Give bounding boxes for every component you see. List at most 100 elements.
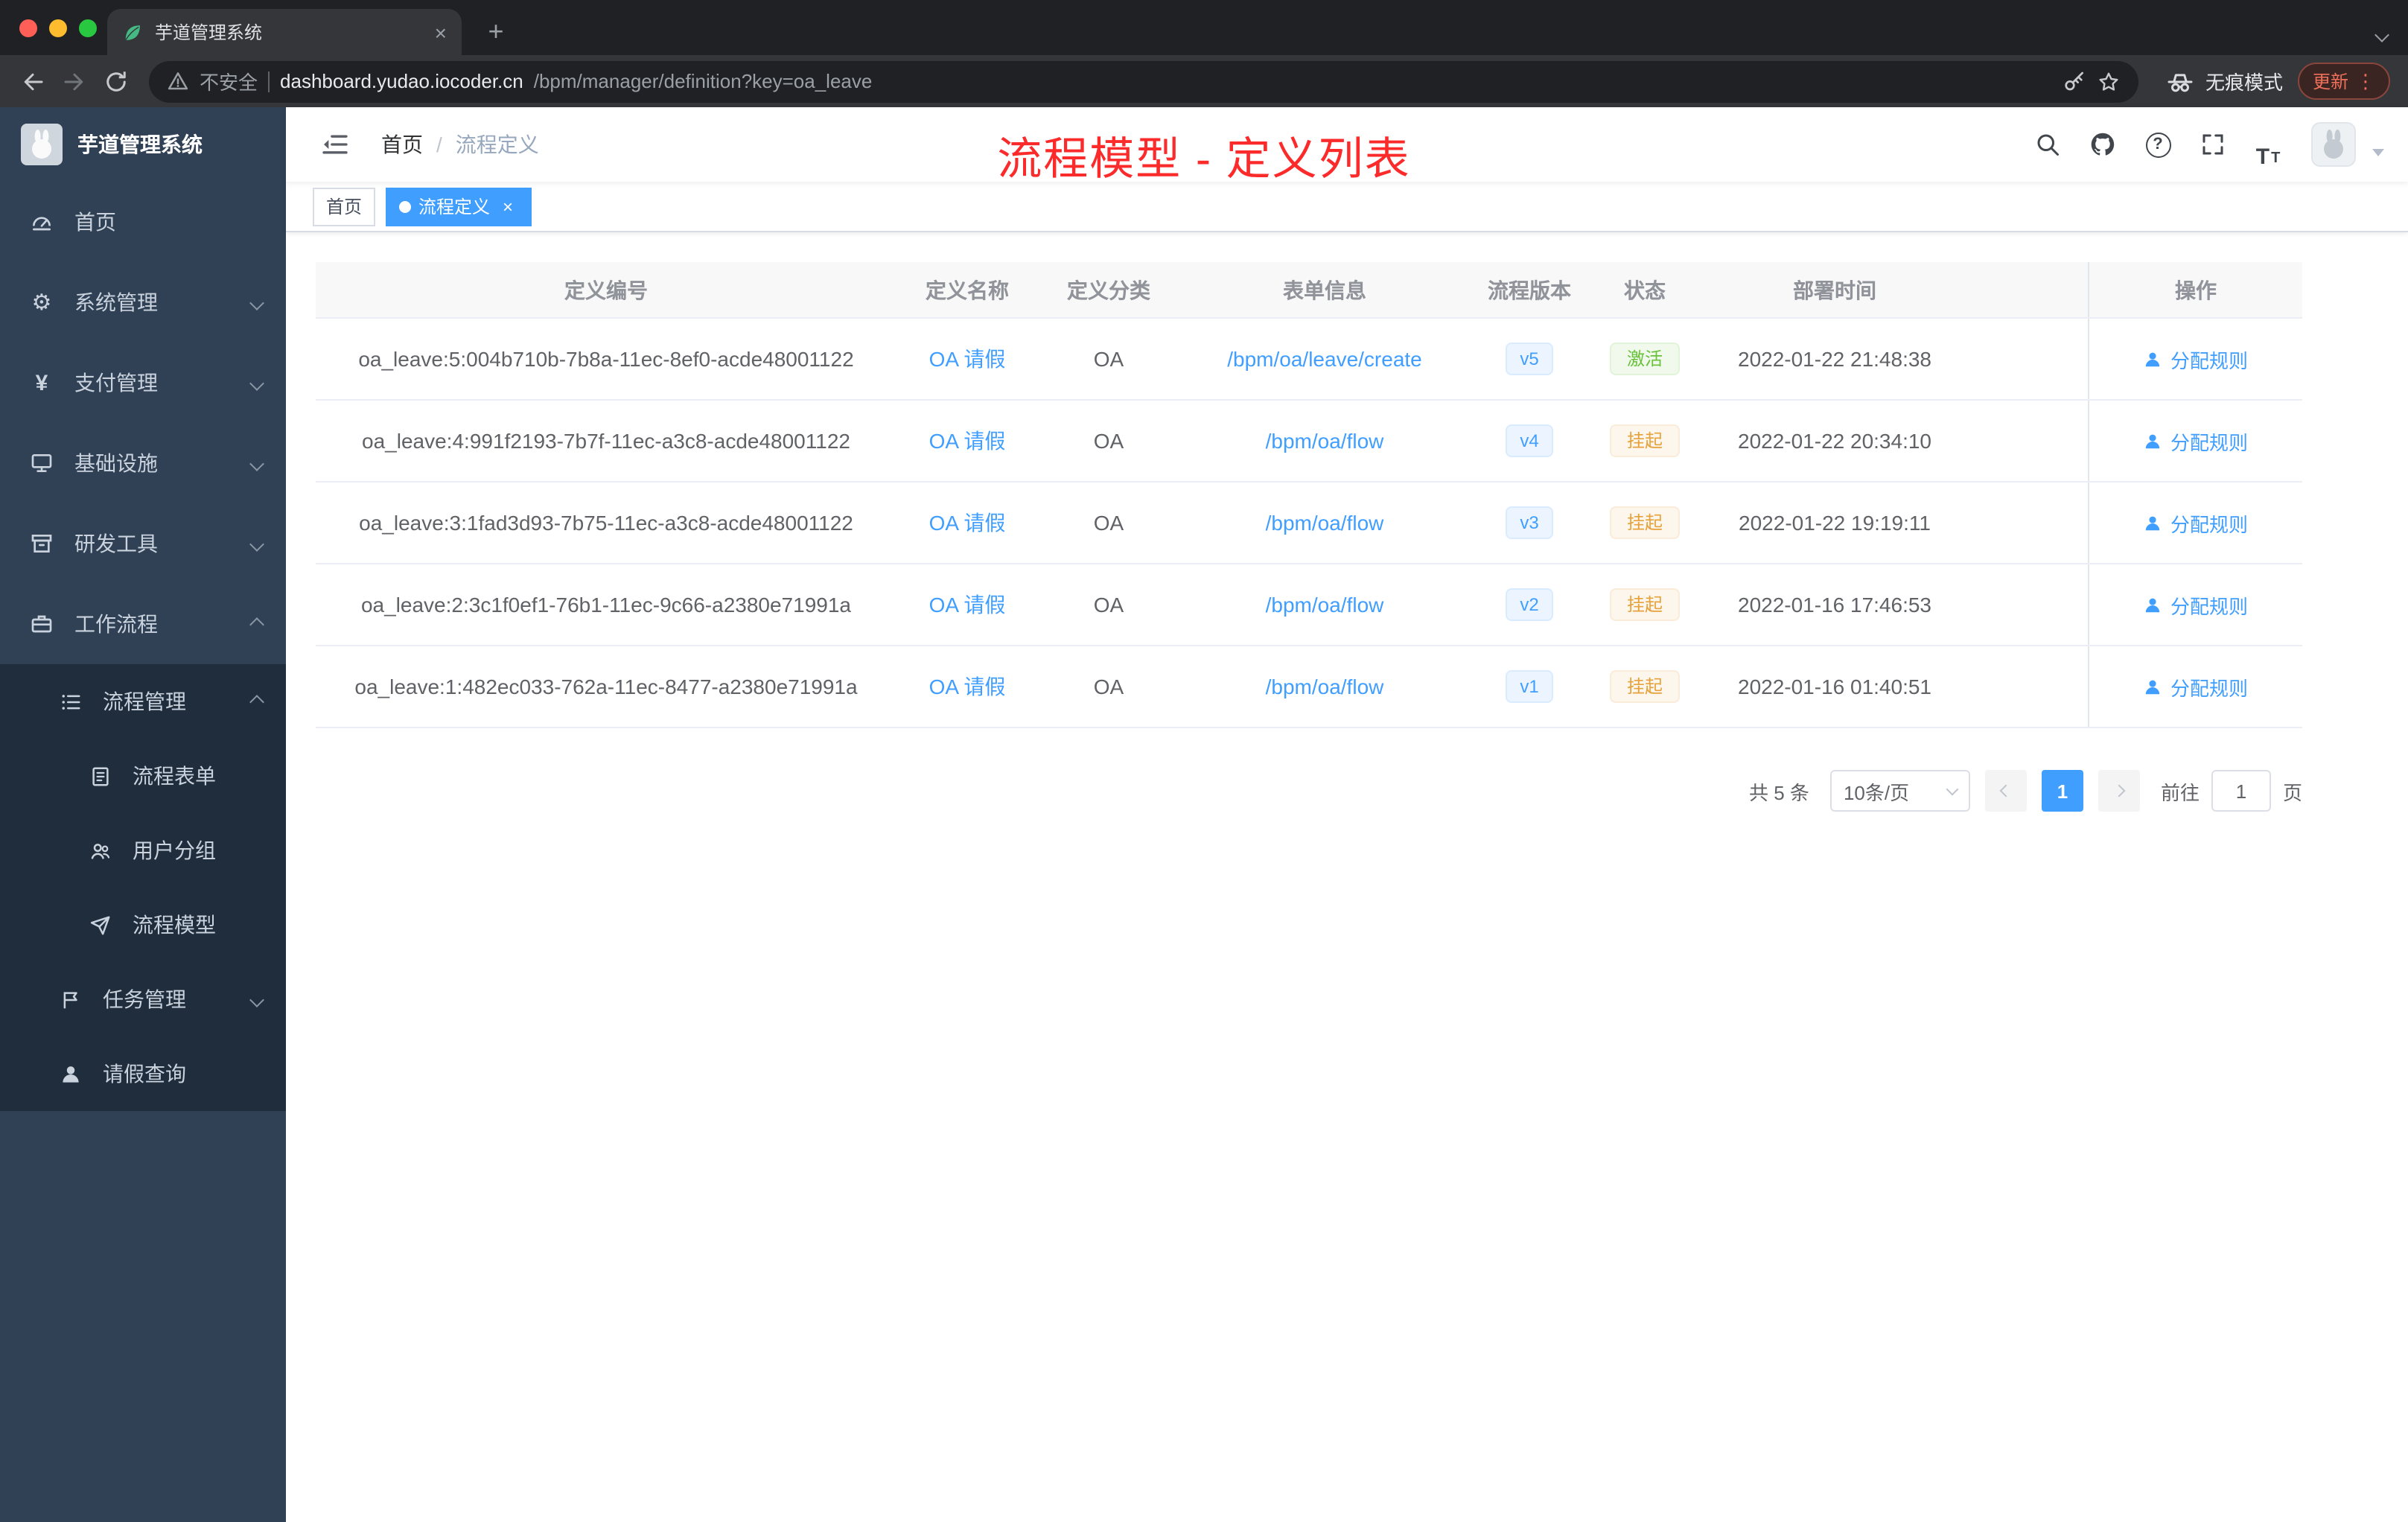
definition-name-link[interactable]: OA 请假 [929,590,1006,620]
sidebar-item-workflow[interactable]: 工作流程 [0,584,286,664]
definition-name-link[interactable]: OA 请假 [929,672,1006,701]
assign-rule-link[interactable]: 分配规则 [2144,345,2248,373]
favicon-leaf-icon [122,22,143,42]
pagination: 共 5 条 10条/页 1 前往 页 [316,770,2302,812]
chevron-down-icon [249,375,264,390]
definition-category: OA [1093,675,1124,698]
sidebar-item-infrastructure[interactable]: 基础设施 [0,423,286,503]
tab-search-chevron-icon[interactable] [2374,21,2389,48]
search-button[interactable] [2024,121,2071,168]
definition-category: OA [1093,347,1124,371]
sidebar-item-label: 请假查询 [103,1062,186,1086]
github-button[interactable] [2079,121,2127,168]
help-button[interactable]: ? [2134,121,2182,168]
col-header-status: 状态 [1624,278,1666,302]
sidebar-item-label: 流程管理 [103,690,186,713]
col-header-category: 定义分类 [1067,278,1150,302]
definition-id: oa_leave:2:3c1f0ef1-76b1-11ec-9c66-a2380… [360,593,851,617]
col-header-form: 表单信息 [1283,278,1366,302]
bookmark-star-icon[interactable] [2097,69,2121,93]
sidebar-item-home[interactable]: 首页 [0,182,286,262]
workflow-submenu: 流程管理 流程表单 用户分组 流程模型 任务管理 请假查询 [0,664,286,1111]
table-row: oa_leave:1:482ec033-762a-11ec-8477-a2380… [316,646,2302,728]
prev-page-button[interactable] [1984,770,2027,812]
breadcrumb-home[interactable]: 首页 [381,130,423,159]
page-size-select[interactable]: 10条/页 [1829,770,1970,812]
sidebar-toggle-button[interactable] [310,119,360,170]
actions-cell: 分配规则 [2088,646,2302,727]
tag-home[interactable]: 首页 [313,187,376,226]
sidebar-item-process-mgmt[interactable]: 流程管理 [0,664,286,739]
avatar[interactable] [2311,122,2356,167]
form-link[interactable]: /bpm/oa/flow [1266,675,1384,698]
sidebar-item-leave-query[interactable]: 请假查询 [0,1037,286,1111]
tag-process-definition[interactable]: 流程定义 × [386,187,532,226]
chevron-down-icon [249,536,264,551]
sidebar-item-label: 首页 [74,210,116,234]
incognito-label: 无痕模式 [2205,71,2283,94]
page-number-button[interactable]: 1 [2041,770,2083,812]
tab-close-icon[interactable]: × [435,22,447,42]
form-link[interactable]: /bpm/oa/flow [1266,511,1384,535]
close-window-button[interactable] [19,19,37,37]
definition-name-link[interactable]: OA 请假 [929,508,1006,538]
sidebar-item-user-group[interactable]: 用户分组 [0,813,286,888]
list-icon [60,690,82,713]
table-row: oa_leave:4:991f2193-7b7f-11ec-a3c8-acde4… [316,401,2302,483]
goto-unit: 页 [2282,781,2302,803]
definition-name-link[interactable]: OA 请假 [929,344,1006,374]
gear-icon: ⚙ [31,290,52,315]
tag-label: 流程定义 [418,197,491,217]
deploy-time: 2022-01-22 20:34:10 [1738,429,1931,453]
form-link[interactable]: /bpm/oa/flow [1266,593,1384,617]
reload-button[interactable] [95,60,137,102]
sidebar-item-payment[interactable]: ¥ 支付管理 [0,343,286,423]
assign-rule-link[interactable]: 分配规则 [2144,427,2248,455]
definition-id: oa_leave:3:1fad3d93-7b75-11ec-a3c8-acde4… [359,511,853,535]
breadcrumb-separator: / [436,133,442,156]
password-key-icon[interactable] [2063,69,2086,93]
goto-page-input[interactable] [2211,770,2271,812]
zoom-window-button[interactable] [79,19,97,37]
browser-tab-strip: 芋道管理系统 × + [0,0,2408,55]
sidebar-item-process-model[interactable]: 流程模型 [0,888,286,962]
deploy-time: 2022-01-22 21:48:38 [1738,347,1931,371]
url-path: /bpm/manager/definition?key=oa_leave [533,70,873,92]
sidebar: 芋道管理系统 首页 ⚙ 系统管理 ¥ 支付管理 基础设施 研发工具 工作流程 流… [0,107,286,1522]
status-badge: 挂起 [1610,424,1679,457]
sidebar-item-process-form[interactable]: 流程表单 [0,739,286,813]
forward-button[interactable] [54,60,95,102]
user-icon [2144,595,2163,614]
minimize-window-button[interactable] [49,19,67,37]
definition-category: OA [1093,511,1124,535]
font-size-icon: T [2255,144,2270,170]
actions-cell: 分配规则 [2088,483,2302,563]
sidebar-item-label: 工作流程 [74,612,158,636]
user-icon [2144,677,2163,696]
menu-dots-icon[interactable]: ⋮ [2356,71,2375,91]
app-logo[interactable]: 芋道管理系统 [0,107,286,182]
form-link[interactable]: /bpm/oa/flow [1266,429,1384,453]
avatar-caret-icon[interactable] [2372,148,2384,156]
sidebar-item-devtools[interactable]: 研发工具 [0,503,286,584]
browser-update-button[interactable]: 更新 ⋮ [2297,63,2390,100]
browser-tab[interactable]: 芋道管理系统 × [107,9,462,55]
actions-cell: 分配规则 [2088,319,2302,399]
assign-rule-link[interactable]: 分配规则 [2144,509,2248,537]
next-page-button[interactable] [2098,770,2140,812]
table-row: oa_leave:5:004b710b-7b8a-11ec-8ef0-acde4… [316,319,2302,401]
fullscreen-button[interactable] [2189,121,2237,168]
form-link[interactable]: /bpm/oa/leave/create [1227,347,1422,371]
assign-rule-link[interactable]: 分配规则 [2144,590,2248,619]
tag-close-icon[interactable]: × [497,196,518,217]
version-tag: v3 [1505,506,1554,539]
font-size-button[interactable]: TT [2244,121,2292,168]
address-bar[interactable]: 不安全 dashboard.yudao.iocoder.cn /bpm/mana… [149,60,2138,102]
definition-name-link[interactable]: OA 请假 [929,426,1006,456]
sidebar-item-system[interactable]: ⚙ 系统管理 [0,262,286,343]
new-tab-button[interactable]: + [477,12,515,51]
back-button[interactable] [12,60,54,102]
sidebar-item-task-mgmt[interactable]: 任务管理 [0,962,286,1037]
assign-rule-link[interactable]: 分配规则 [2144,672,2248,701]
